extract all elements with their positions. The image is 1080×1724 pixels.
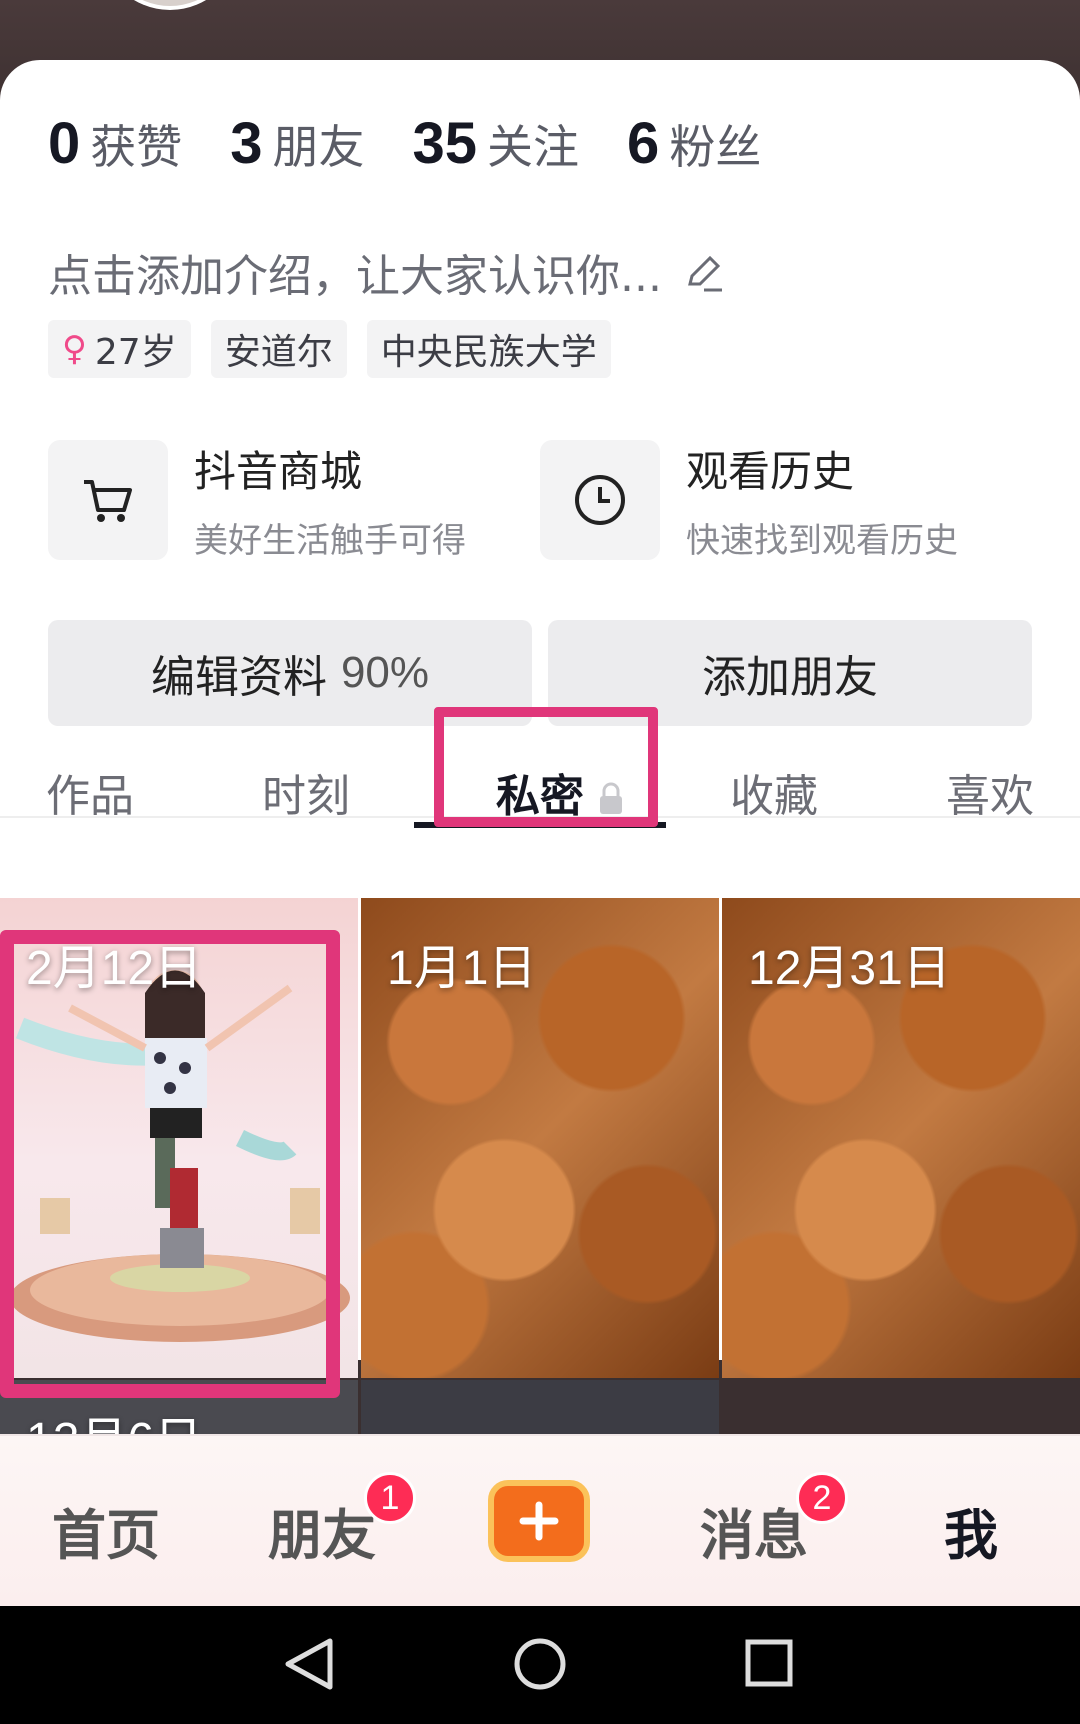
profile-completion: 90% <box>340 648 430 697</box>
tab-friends[interactable]: 朋友 <box>268 1491 376 1570</box>
home-icon[interactable] <box>514 1638 566 1690</box>
edit-pencil-icon <box>688 255 722 292</box>
tab-label: 收藏 <box>730 771 818 822</box>
post-thumbnail-partial[interactable] <box>361 1380 719 1440</box>
tag-age-text: 27岁 <box>94 332 177 373</box>
service-subtitle: 快速找到观看历史 <box>686 521 958 561</box>
stats-row: 0 获赞 3 朋友 35 关注 6 粉丝 <box>48 110 809 177</box>
tab-label: 时刻 <box>262 771 350 822</box>
tab-works[interactable]: 作品 <box>46 760 134 824</box>
tab-me-label: 我 <box>944 1504 998 1567</box>
post-date: 12月31日 <box>748 942 951 995</box>
cart-icon <box>48 440 168 560</box>
stat-label: 获赞 <box>90 120 183 174</box>
bottom-tab-bar: 首页 朋友 1 消息 2 我 <box>0 1434 1080 1606</box>
stat-label: 粉丝 <box>669 120 762 174</box>
recents-icon[interactable] <box>745 1639 793 1687</box>
tab-label: 喜欢 <box>946 771 1034 822</box>
tab-moments[interactable]: 时刻 <box>262 760 350 824</box>
service-shop[interactable]: 抖音商城 美好生活触手可得 <box>48 438 540 562</box>
female-icon: ♀ <box>62 329 87 369</box>
stat-followers[interactable]: 6 粉丝 <box>627 110 761 177</box>
bio-prompt[interactable]: 点击添加介绍，让大家认识你... <box>48 240 726 304</box>
tab-home[interactable]: 首页 <box>52 1491 160 1570</box>
bio-text: 点击添加介绍，让大家认识你... <box>48 251 662 302</box>
messages-badge-count: 2 <box>812 1478 832 1517</box>
stat-number: 0 <box>48 111 81 176</box>
tag-school: 中央民族大学 <box>366 320 611 378</box>
tab-me[interactable]: 我 <box>944 1491 998 1570</box>
tab-home-label: 首页 <box>52 1504 160 1567</box>
service-title: 观看历史 <box>686 447 855 496</box>
stat-likes[interactable]: 0 获赞 <box>48 110 182 177</box>
tab-friends-label: 朋友 <box>268 1504 376 1567</box>
tag-location: 安道尔 <box>210 320 347 378</box>
stat-number: 35 <box>412 111 478 176</box>
post-thumbnail-food[interactable]: 12月31日 <box>722 898 1080 1378</box>
service-history[interactable]: 观看历史 快速找到观看历史 <box>540 438 1032 562</box>
tab-label: 作品 <box>46 771 134 822</box>
service-subtitle: 美好生活触手可得 <box>194 521 466 561</box>
profile-tags: ♀ 27岁 安道尔 中央民族大学 <box>48 320 631 378</box>
add-friend-label: 添加朋友 <box>702 652 878 703</box>
service-title: 抖音商城 <box>194 447 363 496</box>
highlight-box-first-post <box>0 930 340 1398</box>
stat-friends[interactable]: 3 朋友 <box>230 110 364 177</box>
tab-likes[interactable]: 喜欢 <box>946 760 1034 824</box>
post-date: 1月1日 <box>387 942 537 995</box>
edit-profile-label: 编辑资料 <box>150 652 327 703</box>
services-row: 抖音商城 美好生活触手可得 观看历史 快速找到观看历史 <box>48 438 1032 562</box>
system-nav-bar <box>0 1606 1080 1724</box>
friends-badge: 1 <box>364 1472 416 1524</box>
messages-badge: 2 <box>796 1472 848 1524</box>
tag-school-text: 中央民族大学 <box>380 332 597 373</box>
back-icon[interactable] <box>285 1638 333 1690</box>
post-thumbnail-food[interactable]: 1月1日 <box>361 898 719 1378</box>
highlight-box-private-tab <box>434 707 658 827</box>
stat-label: 朋友 <box>272 120 365 174</box>
friends-badge-count: 1 <box>380 1478 400 1517</box>
stat-following[interactable]: 35 关注 <box>413 110 580 177</box>
tab-favorites[interactable]: 收藏 <box>730 760 818 824</box>
plus-icon <box>519 1501 559 1541</box>
stat-label: 关注 <box>487 120 580 174</box>
avatar[interactable] <box>100 0 240 10</box>
create-post-button[interactable] <box>488 1480 590 1562</box>
tab-messages-label: 消息 <box>700 1504 808 1567</box>
stat-number: 6 <box>627 111 660 176</box>
tag-age: ♀ 27岁 <box>48 320 191 378</box>
stat-number: 3 <box>230 111 263 176</box>
tab-messages[interactable]: 消息 <box>700 1491 808 1570</box>
tag-location-text: 安道尔 <box>224 332 333 373</box>
clock-icon <box>540 440 660 560</box>
